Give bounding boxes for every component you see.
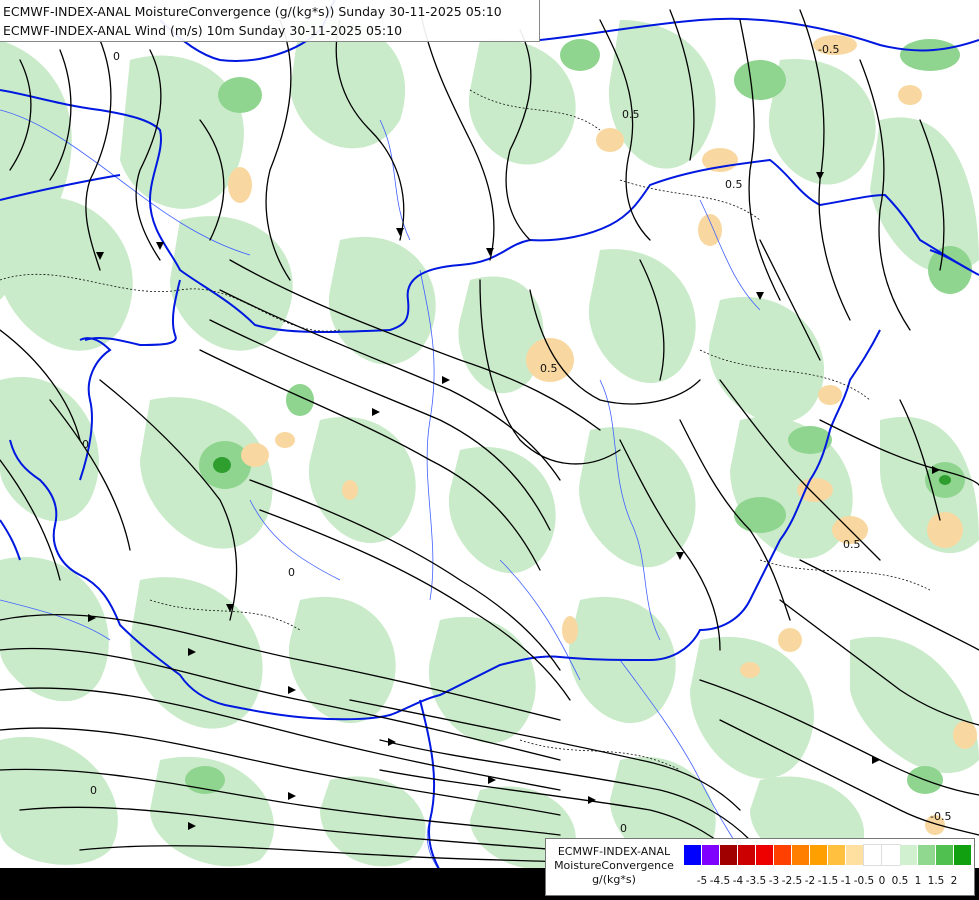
legend-swatch [954,845,972,865]
legend-swatch [738,845,756,865]
legend-title-line-1: ECMWF-INDEX-ANAL [557,845,671,858]
legend-title: ECMWF-INDEX-ANAL MoistureConvergence g/(… [549,845,679,887]
legend-swatch [702,845,720,865]
legend-tick-label: 1 [914,875,922,887]
weather-map: 0 0.5 -0.5 0.5 0 0.5 -0.5 0 0.5 0 0 [0,0,979,900]
legend-swatch [828,845,846,865]
contour-label: -0.5 [818,43,839,56]
contour-label: 0 [113,50,120,63]
legend-tick-label: -2 [804,875,816,887]
legend-swatch [792,845,810,865]
map-title-line-1: ECMWF-INDEX-ANAL MoistureConvergence (g/… [3,4,502,19]
legend-tick-label: -3.5 [745,875,767,887]
legend-swatch [810,845,828,865]
legend-tick-label: -2.5 [781,875,803,887]
legend-tick-label: -4.5 [709,875,731,887]
contour-label: 0.5 [622,108,640,121]
legend-tick-label: 2 [950,875,958,887]
legend-tick-label: -5 [696,875,708,887]
legend-tick-label: 1.5 [927,875,945,887]
legend-tick-label: -4 [732,875,744,887]
legend-tick-label: -1 [840,875,852,887]
map-title-box: ECMWF-INDEX-ANAL MoistureConvergence (g/… [0,0,540,42]
legend-swatches [684,844,972,866]
contour-label: 0 [90,784,97,797]
legend-tick-label: 0 [878,875,886,887]
contour-label: -0.5 [930,810,951,823]
legend-swatch [720,845,738,865]
legend-title-line-2: MoistureConvergence [554,859,674,872]
legend-swatch [863,844,883,866]
legend-unit: g/(kg*s) [592,873,636,886]
legend-swatch [881,844,901,866]
legend-swatch [936,845,954,865]
legend-swatch [918,845,936,865]
contour-label: 0 [620,822,627,835]
contour-label: 0.5 [540,362,558,375]
legend-ticks: -5 -4.5 -4 -3.5 -3 -2.5 -2 -1.5 -1 -0.5 0 0.5 1 1.5 2 [686,875,976,889]
contour-label: 0.5 [725,178,743,191]
contour-label: 0 [82,438,89,451]
legend-tick-label: -3 [768,875,780,887]
legend-tick-label: 0.5 [891,875,909,887]
contour-label: 0 [288,566,295,579]
legend-swatch [900,845,918,865]
legend-swatch [774,845,792,865]
map-title-line-2: ECMWF-INDEX-ANAL Wind (m/s) 10m Sunday 3… [3,23,403,38]
legend-swatch [684,845,702,865]
legend-swatch [846,845,864,865]
legend-tick-label: -0.5 [853,875,875,887]
legend-tick-label: -1.5 [817,875,839,887]
contour-label: 0.5 [843,538,861,551]
color-legend: ECMWF-INDEX-ANAL MoistureConvergence g/(… [545,838,975,896]
legend-swatch [756,845,774,865]
